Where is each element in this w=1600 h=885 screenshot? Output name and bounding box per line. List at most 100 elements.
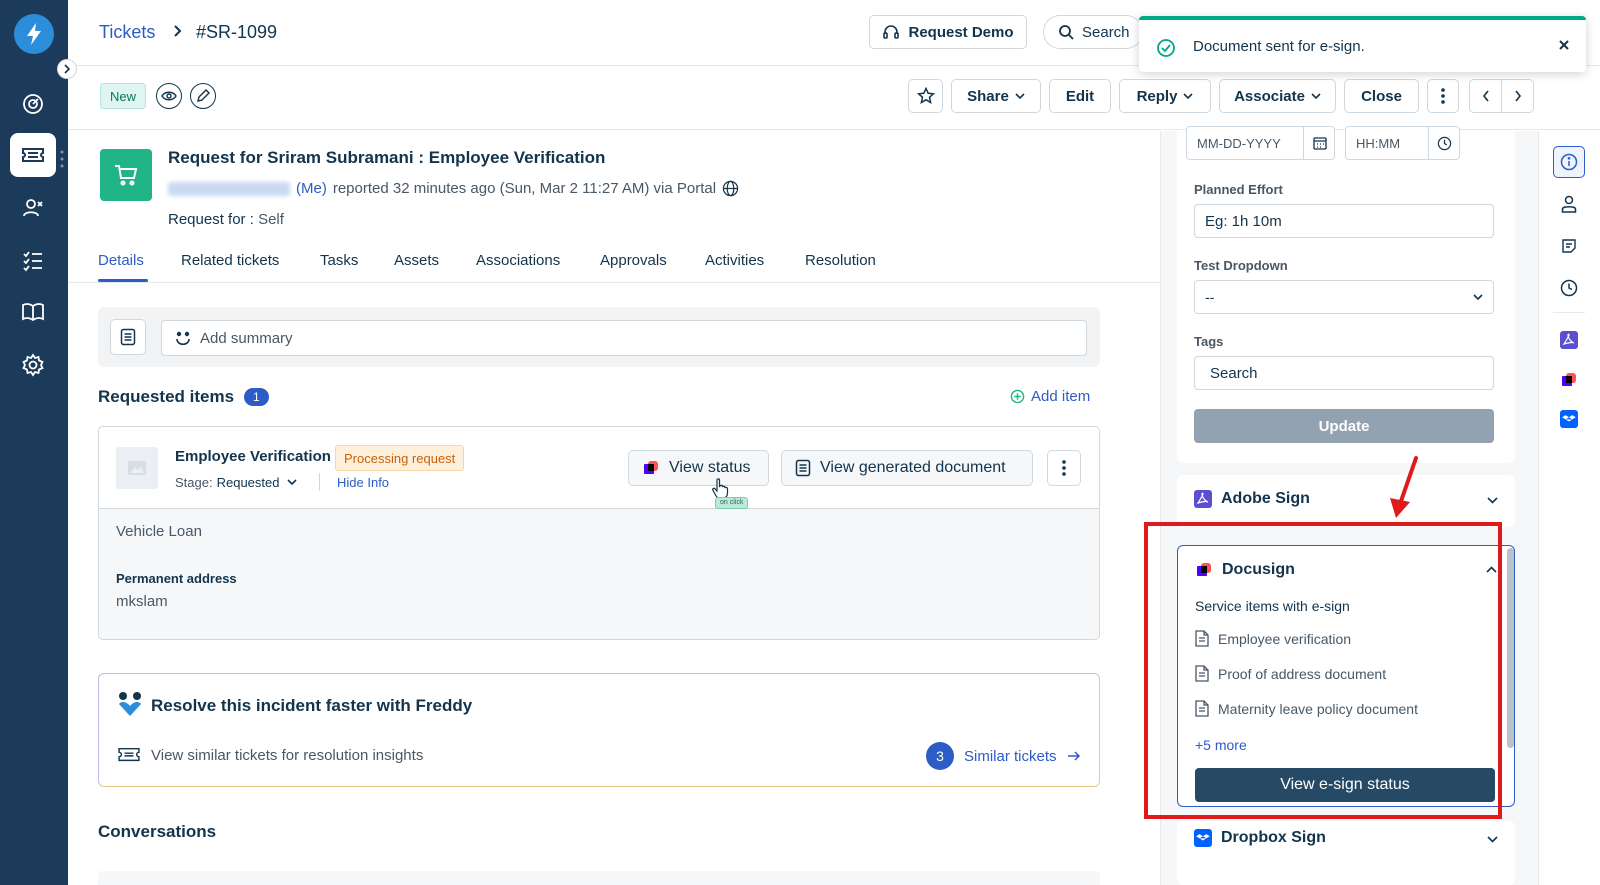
ticket-icon <box>118 747 140 762</box>
tab-resolution[interactable]: Resolution <box>805 252 876 269</box>
request-demo-button[interactable]: Request Demo <box>869 15 1027 49</box>
chevron-down-icon[interactable] <box>1487 497 1498 504</box>
properties-card: MM-DD-YYYY HH:MM Planned Effort Eg: 1h 1… <box>1177 126 1515 463</box>
requester-me-link[interactable]: (Me) <box>296 180 327 197</box>
favorite-star-icon[interactable] <box>908 79 943 113</box>
chevron-down-icon <box>287 479 298 486</box>
tab-tasks[interactable]: Tasks <box>320 252 358 269</box>
close-ticket-button[interactable]: Close <box>1344 79 1419 113</box>
chevron-down-icon <box>1015 92 1025 99</box>
more-options-icon[interactable] <box>1427 79 1459 113</box>
freddy-title: Resolve this incident faster with Freddy <box>151 696 473 715</box>
image-placeholder-icon <box>116 447 158 489</box>
adobe-sign-icon <box>1194 490 1212 508</box>
item-name[interactable]: Employee Verification <box>175 448 331 465</box>
add-summary-input[interactable]: Add summary <box>161 320 1087 356</box>
panel-scrollbar[interactable] <box>1507 548 1514 748</box>
requested-items-title: Requested items <box>98 387 235 406</box>
timeline-clock-icon[interactable] <box>1553 272 1585 304</box>
dashboard-icon[interactable] <box>10 82 56 126</box>
close-label: Close <box>1361 87 1402 105</box>
tab-related-tickets[interactable]: Related tickets <box>181 252 279 269</box>
requested-items-heading: Requested items 1 <box>98 387 269 407</box>
expand-nav-chevron-icon[interactable] <box>57 59 77 79</box>
previous-ticket-icon[interactable] <box>1469 79 1502 113</box>
ticket-meta: (Me) reported 32 minutes ago (Sun, Mar 2… <box>168 180 739 197</box>
contacts-icon[interactable] <box>10 186 56 230</box>
tab-activities[interactable]: Activities <box>705 252 764 269</box>
view-generated-document-button[interactable]: View generated document <box>781 450 1033 486</box>
edit-pencil-icon[interactable] <box>190 83 216 109</box>
associate-label: Associate <box>1234 87 1305 105</box>
similar-tickets-link[interactable]: 3 Similar tickets <box>926 742 1081 770</box>
tags-placeholder: Search <box>1210 364 1258 382</box>
ticket-main-content: Request for Sriram Subramani : Employee … <box>68 131 1160 885</box>
test-dropdown-select[interactable]: -- <box>1194 280 1494 314</box>
close-icon[interactable] <box>1558 39 1570 51</box>
view-status-button[interactable]: View status <box>628 450 769 486</box>
add-item-button[interactable]: Add item <box>1010 388 1090 405</box>
edit-button[interactable]: Edit <box>1049 79 1111 113</box>
toast-message: Document sent for e-sign. <box>1193 38 1365 55</box>
item-more-options-icon[interactable] <box>1047 450 1081 486</box>
request-for-value: Self <box>258 211 284 228</box>
docusign-icon[interactable] <box>1553 364 1585 396</box>
notes-icon[interactable] <box>1553 230 1585 262</box>
info-icon[interactable] <box>1553 146 1585 178</box>
field-value-address: mkslam <box>116 593 168 610</box>
stage-value: Requested <box>216 475 280 490</box>
chevron-down-icon <box>1183 92 1193 99</box>
service-request-cart-icon <box>100 149 152 201</box>
tab-assets[interactable]: Assets <box>394 252 439 269</box>
annotation-arrow-icon <box>1390 456 1418 518</box>
docusign-icon <box>644 461 658 474</box>
document-icon[interactable] <box>110 319 146 355</box>
dropbox-sign-app[interactable]: Dropbox Sign <box>1177 821 1515 885</box>
global-search-button[interactable]: Search <box>1043 15 1143 49</box>
breadcrumb-tickets-link[interactable]: Tickets <box>99 22 155 43</box>
reply-button[interactable]: Reply <box>1119 79 1211 113</box>
update-button[interactable]: Update <box>1194 409 1494 443</box>
search-icon <box>1059 25 1074 40</box>
chevron-down-icon <box>1473 294 1483 301</box>
view-document-label: View generated document <box>820 459 1006 476</box>
share-button[interactable]: Share <box>951 79 1041 113</box>
freddy-suggestion-card: Resolve this incident faster with Freddy… <box>98 673 1100 787</box>
adobe-sign-app[interactable]: Adobe Sign <box>1177 475 1515 527</box>
tags-input[interactable]: Search <box>1194 356 1494 390</box>
status-badge: New <box>100 83 146 109</box>
tasks-list-icon[interactable] <box>10 238 56 282</box>
highlight-box <box>1144 522 1502 819</box>
next-ticket-icon[interactable] <box>1501 79 1534 113</box>
calendar-icon[interactable] <box>1303 126 1335 160</box>
hide-info-link[interactable]: Hide Info <box>337 475 389 490</box>
ticket-toolbar: New Share Edit Reply Associate Close <box>68 66 1600 130</box>
knowledge-base-icon[interactable] <box>10 290 56 334</box>
requested-item-details: Vehicle Loan Permanent address mkslam <box>99 509 1099 639</box>
chevron-down-icon[interactable] <box>1487 836 1498 843</box>
planned-effort-input[interactable]: Eg: 1h 10m <box>1194 204 1494 238</box>
stage-selector[interactable]: Stage: Requested <box>175 475 298 490</box>
dropbox-sign-icon[interactable] <box>1553 403 1585 435</box>
conversations-heading: Conversations <box>98 822 217 841</box>
tags-label: Tags <box>1194 334 1224 349</box>
watch-eye-icon[interactable] <box>156 83 182 109</box>
associate-button[interactable]: Associate <box>1219 79 1336 113</box>
settings-gear-icon[interactable] <box>10 343 56 387</box>
clock-icon[interactable] <box>1428 126 1460 160</box>
requester-person-icon[interactable] <box>1553 188 1585 220</box>
tab-approvals[interactable]: Approvals <box>600 252 667 269</box>
tab-associations[interactable]: Associations <box>476 252 560 269</box>
divider <box>1553 312 1585 313</box>
adobe-sign-icon[interactable] <box>1553 324 1585 356</box>
planned-effort-placeholder: Eg: 1h 10m <box>1205 212 1282 230</box>
app-logo-icon[interactable] <box>14 14 54 54</box>
add-summary-placeholder: Add summary <box>200 329 293 347</box>
due-date-input[interactable]: MM-DD-YYYY <box>1186 126 1335 160</box>
due-time-input[interactable]: HH:MM <box>1345 126 1460 160</box>
similar-tickets-count: 3 <box>926 742 954 770</box>
tab-details[interactable]: Details <box>98 252 144 269</box>
headset-icon <box>883 25 900 39</box>
stage-label: Stage: <box>175 475 213 490</box>
tickets-icon[interactable] <box>10 133 56 177</box>
